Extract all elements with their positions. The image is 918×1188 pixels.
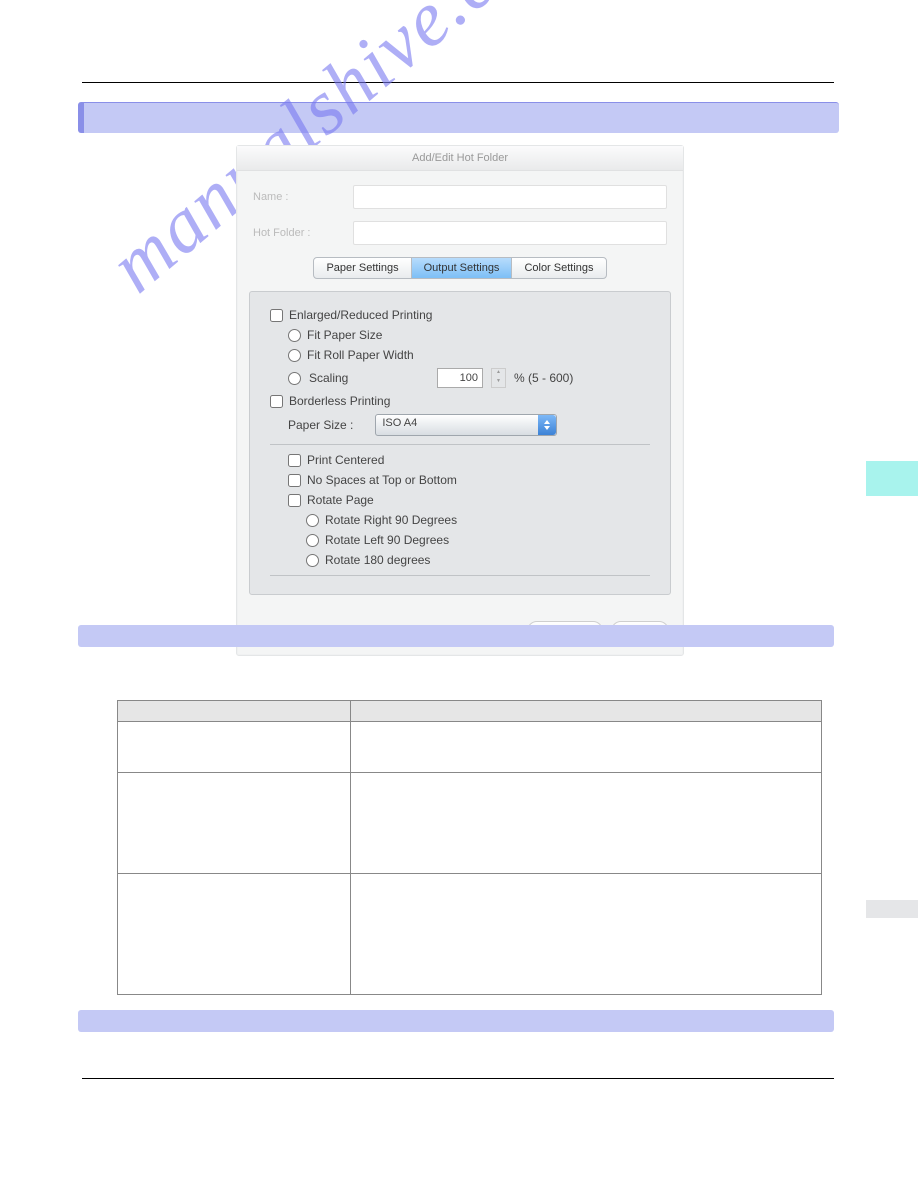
td-3-1 (118, 874, 351, 995)
th-2 (351, 701, 822, 722)
fit-roll-width-label: Fit Roll Paper Width (307, 348, 414, 362)
rotate-180-radio[interactable]: Rotate 180 degrees (306, 553, 650, 567)
td-3-2 (351, 874, 822, 995)
borderless-label: Borderless Printing (289, 394, 390, 408)
output-settings-panel: Enlarged/Reduced Printing Fit Paper Size… (249, 291, 671, 595)
fit-paper-size-label: Fit Paper Size (307, 328, 382, 342)
enlarged-reduced-checkbox[interactable]: Enlarged/Reduced Printing (270, 308, 650, 322)
hot-folder-dialog: Add/Edit Hot Folder Name : Hot Folder : … (236, 145, 684, 656)
scaling-range-label: % (5 - 600) (514, 371, 573, 385)
settings-table (117, 700, 822, 995)
name-label: Name : (253, 191, 353, 203)
rotate-left-radio[interactable]: Rotate Left 90 Degrees (306, 533, 650, 547)
section-heading-bar (78, 102, 839, 133)
side-tab-grey (866, 900, 918, 918)
tab-paper-settings[interactable]: Paper Settings (314, 258, 411, 278)
top-rule (82, 82, 834, 83)
dialog-title: Add/Edit Hot Folder (237, 146, 683, 171)
paper-size-combobox[interactable]: ISO A4 (375, 414, 557, 436)
td-2-1 (118, 773, 351, 874)
rotate-right-label: Rotate Right 90 Degrees (325, 513, 457, 527)
side-tab-teal (866, 461, 918, 496)
print-centered-label: Print Centered (307, 453, 384, 467)
tab-output-settings[interactable]: Output Settings (412, 258, 513, 278)
tabs-wrap: Paper Settings Output Settings Color Set… (253, 257, 667, 279)
settings-tabs: Paper Settings Output Settings Color Set… (313, 257, 606, 279)
hotfolder-label: Hot Folder : (253, 227, 353, 239)
hotfolder-row: Hot Folder : (253, 221, 667, 245)
bottom-rule (82, 1078, 834, 1079)
tab-color-settings[interactable]: Color Settings (512, 258, 605, 278)
subsection-bar-1 (78, 625, 834, 647)
scaling-radio[interactable]: Scaling 100 ▲▼ % (5 - 600) (288, 368, 650, 388)
print-centered-checkbox[interactable]: Print Centered (288, 453, 650, 467)
hotfolder-input[interactable] (353, 221, 667, 245)
name-row: Name : (253, 185, 667, 209)
fit-paper-size-radio[interactable]: Fit Paper Size (288, 328, 650, 342)
name-input[interactable] (353, 185, 667, 209)
no-spaces-checkbox[interactable]: No Spaces at Top or Bottom (288, 473, 650, 487)
fit-roll-width-radio[interactable]: Fit Roll Paper Width (288, 348, 650, 362)
scaling-input[interactable]: 100 (437, 368, 483, 388)
separator-2 (270, 575, 650, 576)
rotate-left-label: Rotate Left 90 Degrees (325, 533, 449, 547)
paper-size-row: Paper Size : ISO A4 (288, 414, 650, 436)
paper-size-label: Paper Size : (288, 418, 353, 432)
td-1-2 (351, 722, 822, 773)
rotate-checkbox[interactable]: Rotate Page (288, 493, 650, 507)
rotate-page-label: Rotate Page (307, 493, 374, 507)
no-spaces-label: No Spaces at Top or Bottom (307, 473, 457, 487)
enlarged-reduced-label: Enlarged/Reduced Printing (289, 308, 432, 322)
th-1 (118, 701, 351, 722)
table (117, 700, 822, 995)
rotate-right-radio[interactable]: Rotate Right 90 Degrees (306, 513, 650, 527)
scaling-label: Scaling (309, 371, 429, 385)
td-2-2 (351, 773, 822, 874)
separator-1 (270, 444, 650, 445)
scaling-stepper[interactable]: ▲▼ (491, 368, 506, 388)
td-1-1 (118, 722, 351, 773)
borderless-checkbox[interactable]: Borderless Printing (270, 394, 650, 408)
combobox-button-icon (538, 415, 556, 435)
paper-size-value: ISO A4 (376, 415, 538, 435)
rotate-180-label: Rotate 180 degrees (325, 553, 430, 567)
subsection-bar-2 (78, 1010, 834, 1032)
